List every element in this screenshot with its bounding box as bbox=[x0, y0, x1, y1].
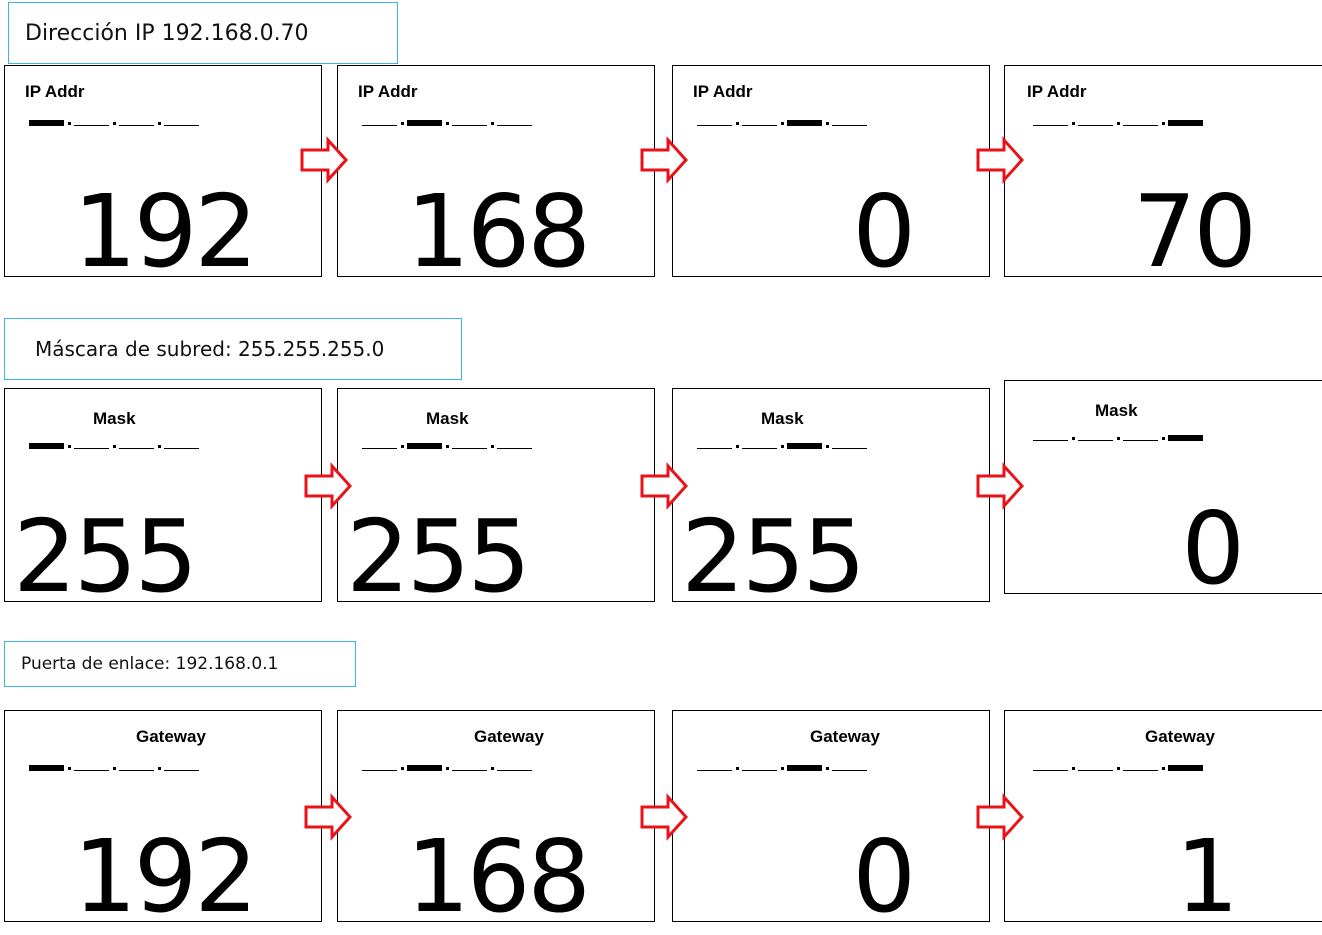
screen-title: Gateway bbox=[1145, 727, 1215, 746]
ip-screen-octet-2: IP Addr 168 bbox=[337, 65, 655, 282]
screen-title: IP Addr bbox=[693, 82, 753, 101]
right-arrow-icon bbox=[640, 462, 689, 510]
octet-value: 168 bbox=[406, 818, 591, 935]
octet-value: 255 bbox=[346, 498, 531, 615]
screen-title: Mask bbox=[761, 409, 804, 428]
octet-value: 255 bbox=[681, 498, 866, 615]
screen-title: IP Addr bbox=[25, 82, 85, 101]
gateway-screen-octet-1: Gateway 192 bbox=[4, 710, 322, 927]
octet-indicator bbox=[362, 118, 542, 126]
right-arrow-icon bbox=[640, 793, 689, 841]
section-label-ip: Dirección IP 192.168.0.70 bbox=[8, 2, 398, 64]
octet-indicator bbox=[362, 763, 542, 771]
octet-value: 0 bbox=[852, 818, 916, 935]
screen-title: IP Addr bbox=[1027, 82, 1087, 101]
gateway-screen-octet-4: Gateway 1 bbox=[1004, 710, 1322, 927]
section-label-gateway: Puerta de enlace: 192.168.0.1 bbox=[4, 641, 356, 687]
octet-value: 168 bbox=[406, 173, 591, 290]
section-label-mask: Máscara de subred: 255.255.255.0 bbox=[4, 318, 462, 380]
right-arrow-icon bbox=[976, 136, 1025, 184]
right-arrow-icon bbox=[976, 793, 1025, 841]
octet-indicator bbox=[362, 441, 542, 449]
right-arrow-icon bbox=[976, 462, 1025, 510]
octet-value: 70 bbox=[1132, 173, 1257, 290]
octet-indicator bbox=[29, 441, 209, 449]
octet-indicator bbox=[1033, 433, 1213, 441]
screen-title: Mask bbox=[1095, 401, 1138, 420]
octet-value: 1 bbox=[1175, 818, 1239, 935]
octet-value: 255 bbox=[13, 498, 198, 615]
octet-indicator bbox=[1033, 763, 1213, 771]
screen-title: Gateway bbox=[810, 727, 880, 746]
screen-title: Gateway bbox=[136, 727, 206, 746]
octet-value: 0 bbox=[1181, 490, 1245, 607]
octet-indicator bbox=[1033, 118, 1213, 126]
mask-screen-octet-2: Mask 255 bbox=[337, 388, 655, 607]
right-arrow-icon bbox=[640, 136, 689, 184]
ip-screen-octet-3: IP Addr 0 bbox=[672, 65, 990, 282]
octet-indicator bbox=[697, 441, 877, 449]
octet-indicator bbox=[29, 763, 209, 771]
mask-screen-octet-4: Mask 0 bbox=[1004, 380, 1322, 599]
mask-screen-octet-1: Mask 255 bbox=[4, 388, 322, 607]
octet-indicator bbox=[697, 118, 877, 126]
gateway-screen-octet-3: Gateway 0 bbox=[672, 710, 990, 927]
ip-screen-octet-1: IP Addr 192 bbox=[4, 65, 322, 282]
ip-screen-octet-4: IP Addr 70 bbox=[1004, 65, 1322, 282]
screen-title: Gateway bbox=[474, 727, 544, 746]
right-arrow-icon bbox=[304, 793, 353, 841]
screen-title: Mask bbox=[426, 409, 469, 428]
octet-indicator bbox=[29, 118, 209, 126]
screen-title: IP Addr bbox=[358, 82, 418, 101]
screen-title: Mask bbox=[93, 409, 136, 428]
octet-value: 192 bbox=[73, 818, 258, 935]
octet-indicator bbox=[697, 763, 877, 771]
right-arrow-icon bbox=[304, 462, 353, 510]
octet-value: 192 bbox=[73, 173, 258, 290]
right-arrow-icon bbox=[300, 136, 349, 184]
octet-value: 0 bbox=[852, 173, 916, 290]
mask-screen-octet-3: Mask 255 bbox=[672, 388, 990, 607]
gateway-screen-octet-2: Gateway 168 bbox=[337, 710, 655, 927]
